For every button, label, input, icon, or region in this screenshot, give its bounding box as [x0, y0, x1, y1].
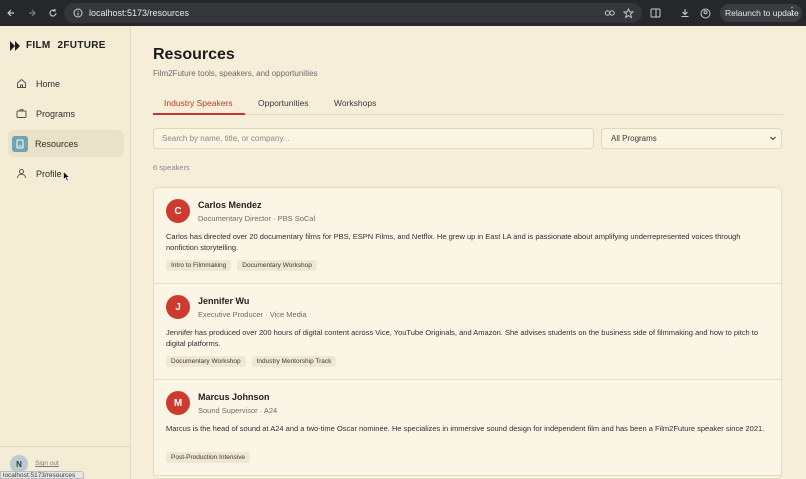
speaker-name: Carlos Mendez: [198, 200, 262, 210]
bookmark-star-icon[interactable]: [620, 5, 636, 21]
tab-workshops[interactable]: Workshops: [334, 98, 376, 108]
program-tag: Documentary Workshop: [237, 260, 317, 271]
sidebar-item-home[interactable]: Home: [8, 70, 124, 97]
download-icon[interactable]: [677, 5, 693, 21]
profile-icon[interactable]: [697, 5, 713, 21]
speaker-role: Sound Supervisor · A24: [198, 406, 278, 415]
logo-film: FILM: [26, 40, 51, 51]
speaker-card[interactable]: J Jennifer Wu Executive Producer · Vice …: [154, 284, 781, 380]
menu-dots-icon[interactable]: ⋮: [787, 6, 797, 17]
tab-opportunities[interactable]: Opportunities: [258, 98, 309, 108]
speaker-bio: Carlos has directed over 20 documentary …: [166, 232, 741, 252]
home-icon: [14, 77, 28, 91]
sidebar-item-label: Resources: [35, 138, 79, 149]
sidebar-item-programs[interactable]: Programs: [8, 100, 124, 127]
tab-bar: Industry Speakers Opportunities Workshop…: [153, 94, 783, 115]
user-icon: [14, 167, 28, 181]
browser-toolbar: localhost:5173/resources Relaunch to upd…: [0, 0, 806, 26]
program-tag: Documentary Workshop: [166, 356, 246, 367]
sidebar: FILM 2FUTURE Home Programs Resources Pro…: [0, 26, 131, 479]
speaker-name: Marcus Johnson: [198, 392, 270, 402]
program-filter-value: All Programs: [611, 134, 657, 143]
speaker-bio: Jennifer has produced over 200 hours of …: [166, 328, 759, 348]
logo[interactable]: FILM 2FUTURE: [10, 40, 106, 51]
address-bar[interactable]: localhost:5173/resources: [64, 3, 642, 23]
speaker-name: Jennifer Wu: [198, 296, 250, 306]
speaker-avatar: J: [166, 295, 190, 319]
speaker-count: 6 speakers: [153, 163, 190, 172]
speaker-role: Documentary Director · PBS SoCal: [198, 214, 316, 223]
speaker-avatar: C: [166, 199, 190, 223]
speaker-avatar: M: [166, 391, 190, 415]
password-key-icon[interactable]: [602, 5, 618, 21]
sidebar-item-label: Home: [36, 78, 61, 89]
search-placeholder: Search by name, title, or company...: [162, 134, 290, 143]
briefcase-icon: [14, 107, 28, 121]
logo-mark-icon: [10, 40, 20, 51]
book-icon: [12, 135, 28, 152]
program-tag: Industry Mentorship Track: [251, 356, 337, 367]
sidebar-item-label: Profile: [36, 168, 62, 179]
url-text[interactable]: localhost:5173/resources: [89, 8, 189, 18]
speaker-tags: Documentary Workshop Industry Mentorship…: [166, 356, 337, 367]
chevron-down-icon: [769, 134, 777, 144]
speaker-card[interactable]: M Marcus Johnson Sound Supervisor · A24 …: [154, 380, 781, 476]
speaker-tags: Post-Production Intensive: [166, 452, 251, 463]
forward-icon[interactable]: [22, 3, 42, 23]
page-title: Resources: [153, 46, 235, 63]
main-content: Resources Film2Future tools, speakers, a…: [131, 26, 806, 479]
speaker-card[interactable]: C Carlos Mendez Documentary Director · P…: [154, 188, 781, 284]
search-input[interactable]: Search by name, title, or company...: [153, 128, 594, 149]
tab-industry-speakers[interactable]: Industry Speakers: [164, 98, 233, 108]
program-tag: Intro to Filmmaking: [166, 260, 232, 271]
speaker-list: C Carlos Mendez Documentary Director · P…: [153, 187, 782, 479]
relaunch-button[interactable]: Relaunch to update ⋮: [720, 4, 802, 22]
extensions-icon[interactable]: [647, 5, 663, 21]
program-tag: Post-Production Intensive: [166, 452, 251, 463]
mouse-cursor-icon: [63, 171, 71, 182]
status-bar-url: localhost:5173/resources: [0, 471, 84, 479]
program-filter-select[interactable]: All Programs: [601, 128, 782, 149]
sign-out-link[interactable]: Sign out: [35, 460, 59, 467]
site-info-icon[interactable]: [70, 5, 86, 21]
sidebar-item-resources[interactable]: Resources: [8, 130, 124, 157]
speaker-role: Executive Producer · Vice Media: [198, 310, 307, 319]
page-subtitle: Film2Future tools, speakers, and opportu…: [153, 69, 318, 78]
reload-icon[interactable]: [43, 3, 63, 23]
speaker-tags: Intro to Filmmaking Documentary Workshop: [166, 260, 317, 271]
active-tab-indicator: [153, 113, 245, 115]
logo-future: 2FUTURE: [57, 40, 106, 51]
sidebar-item-label: Programs: [36, 108, 76, 119]
speaker-bio: Marcus is the head of sound at A24 and a…: [166, 424, 765, 433]
back-icon[interactable]: [1, 3, 21, 23]
